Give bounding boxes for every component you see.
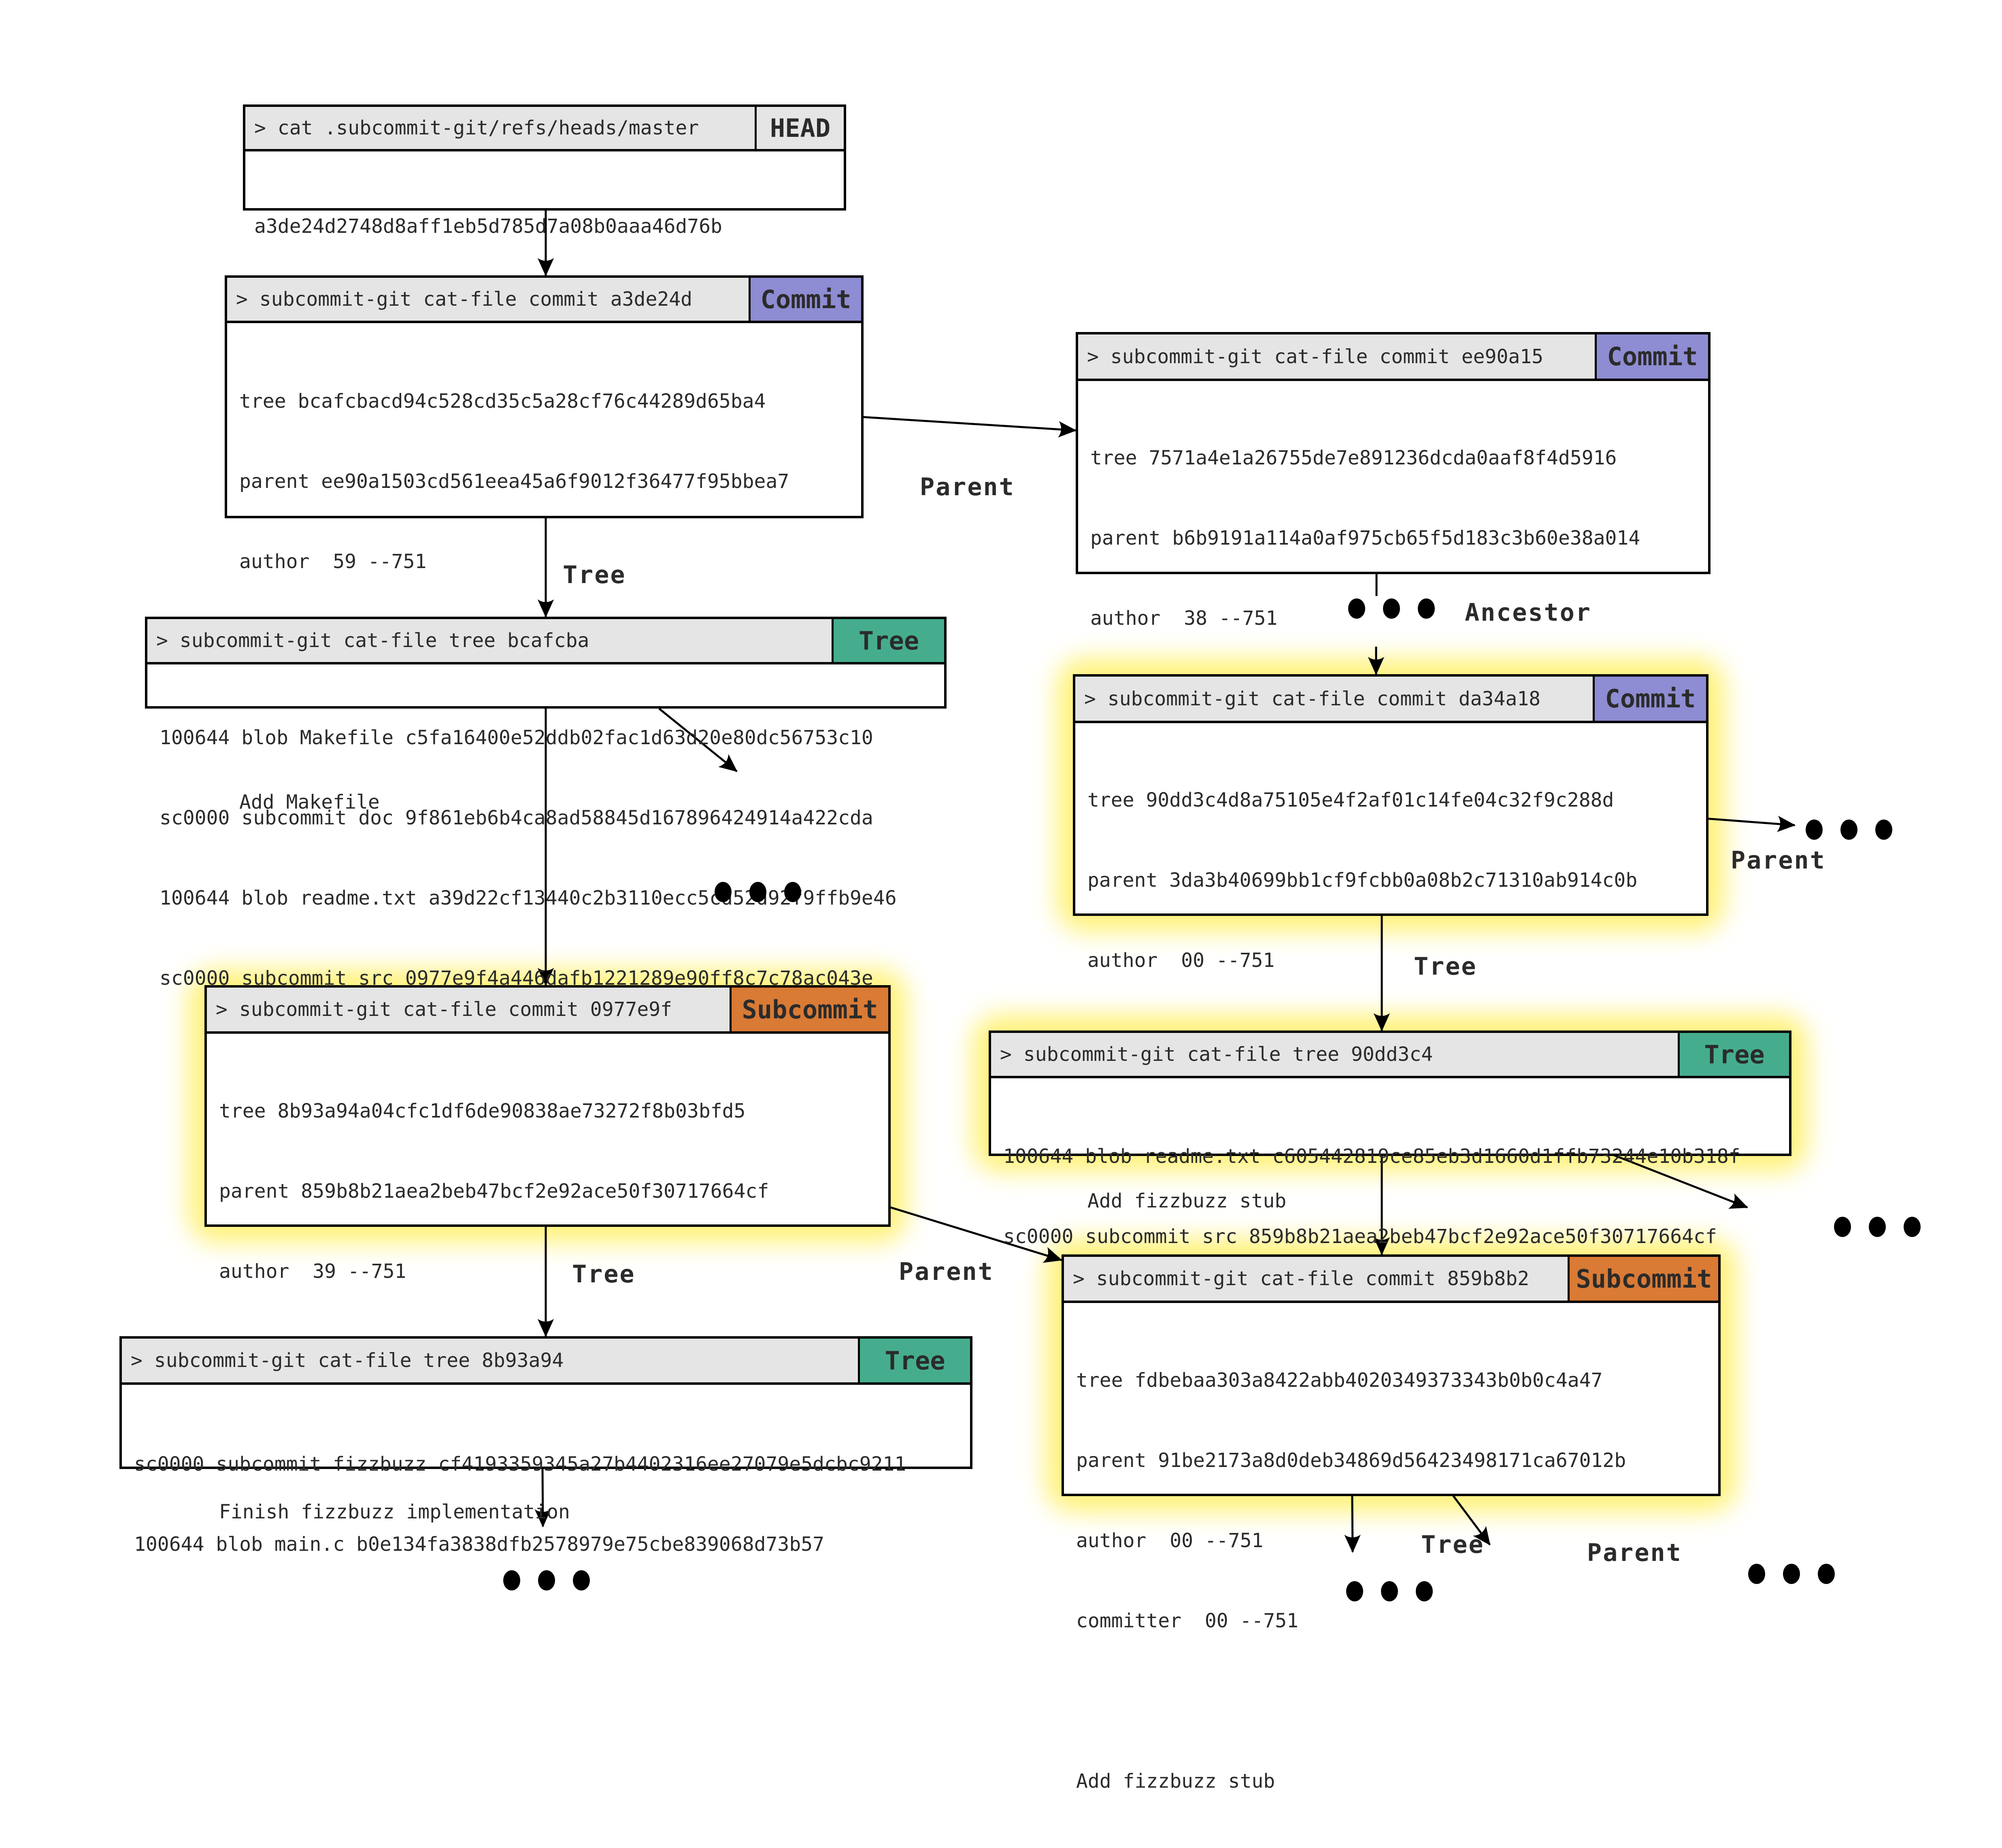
edge-label-parent: Parent <box>899 1258 994 1286</box>
tree-entry: 100644 blob Makefile c5fa16400e52ddb02fa… <box>160 726 873 749</box>
ellipsis-859b8b2-parent <box>1748 1564 1835 1584</box>
commit-tag: Commit <box>1595 334 1708 379</box>
edge-label-parent: Parent <box>1587 1539 1682 1567</box>
commit-line-parent: parent ee90a1503cd561eea45a6f9012f36477f… <box>239 470 789 493</box>
ellipsis-ancestor <box>1348 598 1435 619</box>
commit-da34a18-box: > subcommit-git cat-file commit da34a18 … <box>1073 674 1708 1212</box>
tree-tag: Tree <box>1678 1033 1789 1076</box>
head-ref-command: > cat .subcommit-git/refs/heads/master <box>254 117 699 139</box>
commit-ee90a15-command: > subcommit-git cat-file commit ee90a15 <box>1087 345 1544 368</box>
tree-entry: 100644 blob readme.txt a39d22cf13440c2b3… <box>160 887 897 909</box>
edge-label-parent: Parent <box>1731 846 1826 875</box>
commit-da34a18-header: > subcommit-git cat-file commit da34a18 … <box>1075 677 1706 723</box>
subcommit-tag: Subcommit <box>730 988 888 1031</box>
commit-line-blank <box>1076 1688 1710 1714</box>
edge-label-tree: Tree <box>1414 952 1477 981</box>
commit-line-parent: parent 3da3b40699bb1cf9fcbb0a08b2c71310a… <box>1087 869 1638 892</box>
tree-entry: 100644 blob readme.txt c605442819ce85eb3… <box>1003 1145 1740 1168</box>
tree-90dd3c4-header: > subcommit-git cat-file tree 90dd3c4 Tr… <box>991 1033 1789 1078</box>
tree-tag: Tree <box>858 1339 970 1382</box>
commit-line-parent: parent b6b9191a114a0af975cb65f5d183c3b60… <box>1090 527 1640 549</box>
head-hash: a3de24d2748d8aff1eb5d785d7a08b0aaa46d76b <box>254 215 722 238</box>
subcommit-859b8b2-command: > subcommit-git cat-file commit 859b8b2 <box>1073 1267 1530 1290</box>
tree-bcafcba-box: > subcommit-git cat-file tree bcafcba Tr… <box>145 617 947 990</box>
head-tag: HEAD <box>755 107 844 149</box>
tree-entry: sc0000 subcommit doc 9f861eb6b4ca8ad5884… <box>160 807 873 829</box>
ellipsis-bcafcba-more <box>715 882 801 902</box>
tree-entry: sc0000 subcommit fizzbuzz cf4193359345a2… <box>134 1453 906 1475</box>
tree-entry: 100644 blob main.c b0e134fa3838dfb257897… <box>134 1533 825 1556</box>
commit-a3de24d-box: > subcommit-git cat-file commit a3de24d … <box>225 275 864 813</box>
edge-label-tree: Tree <box>572 1260 636 1288</box>
commit-tag: Commit <box>749 278 861 321</box>
commit-line-parent: parent 91be2173a8d0deb34869d56423498171c… <box>1076 1449 1626 1472</box>
commit-line-message: Add fizzbuzz stub <box>1076 1770 1275 1793</box>
tree-tag: Tree <box>832 619 944 662</box>
commit-a3de24d-command: > subcommit-git cat-file commit a3de24d <box>236 288 693 311</box>
subcommit-0977e9f-box: > subcommit-git cat-file commit 0977e9f … <box>204 985 891 1523</box>
tree-entry: sc0000 subcommit src 859b8b21aea2beb47bc… <box>1003 1225 1717 1248</box>
subcommit-859b8b2-header: > subcommit-git cat-file commit 859b8b2 … <box>1064 1257 1718 1303</box>
ellipsis-90dd3c4-more <box>1834 1217 1921 1237</box>
tree-8b93a94-box: > subcommit-git cat-file tree 8b93a94 Tr… <box>119 1336 972 1556</box>
tree-8b93a94-command: > subcommit-git cat-file tree 8b93a94 <box>131 1349 564 1372</box>
subcommit-tag: Subcommit <box>1568 1257 1718 1301</box>
edge-label-ancestor: Ancestor <box>1465 598 1591 627</box>
head-ref-header: > cat .subcommit-git/refs/heads/master H… <box>245 107 844 151</box>
subcommit-0977e9f-header: > subcommit-git cat-file commit 0977e9f … <box>207 988 888 1034</box>
edge-label-tree: Tree <box>563 561 626 589</box>
commit-line-committer: committer 00 --751 <box>1076 1610 1299 1632</box>
commit-line-author: author 00 --751 <box>1087 949 1275 972</box>
head-ref-box: > cat .subcommit-git/refs/heads/master H… <box>243 104 846 238</box>
edge-a3de24d-parent <box>863 416 1077 438</box>
edge-label-parent: Parent <box>920 473 1015 501</box>
tree-bcafcba-command: > subcommit-git cat-file tree bcafcba <box>156 629 589 652</box>
commit-line-tree: tree 8b93a94a04cfc1df6de90838ae73272f8b0… <box>219 1100 746 1122</box>
commit-ee90a15-box: > subcommit-git cat-file commit ee90a15 … <box>1076 332 1711 870</box>
subcommit-0977e9f-command: > subcommit-git cat-file commit 0977e9f <box>216 998 672 1021</box>
tree-90dd3c4-command: > subcommit-git cat-file tree 90dd3c4 <box>1000 1043 1433 1066</box>
tree-90dd3c4-box: > subcommit-git cat-file tree 90dd3c4 Tr… <box>989 1030 1791 1248</box>
head-ref-body: a3de24d2748d8aff1eb5d785d7a08b0aaa46d76b <box>254 160 836 293</box>
commit-line-parent: parent 859b8b21aea2beb47bcf2e92ace50f307… <box>219 1180 769 1203</box>
ellipsis-859b8b2-tree <box>1346 1581 1433 1601</box>
commit-line-tree: tree fdbebaa303a8422abb4020349373343b0b0… <box>1076 1369 1603 1392</box>
edge-label-tree: Tree <box>1421 1531 1485 1559</box>
commit-line-author: author 39 --751 <box>219 1260 406 1283</box>
ellipsis-8b93a94-more <box>503 1570 590 1590</box>
subcommit-859b8b2-box: > subcommit-git cat-file commit 859b8b2 … <box>1062 1254 1721 1793</box>
commit-line-tree: tree bcafcbacd94c528cd35c5a28cf76c44289d… <box>239 390 766 413</box>
ellipsis-da34a18-parent <box>1806 820 1892 840</box>
tree-8b93a94-header: > subcommit-git cat-file tree 8b93a94 Tr… <box>122 1339 970 1385</box>
edge-da34a18-parent <box>1708 815 1796 832</box>
subcommit-859b8b2-body: tree fdbebaa303a8422abb4020349373343b0b0… <box>1076 1314 1710 1848</box>
commit-line-author: author 59 --751 <box>239 550 427 573</box>
commit-tag: Commit <box>1593 677 1706 721</box>
commit-line-tree: tree 90dd3c4d8a75105e4f2af01c14fe04c32f9… <box>1087 789 1614 811</box>
commit-a3de24d-header: > subcommit-git cat-file commit a3de24d … <box>227 278 861 323</box>
commit-line-tree: tree 7571a4e1a26755de7e891236dcda0aaf8f4… <box>1090 447 1617 469</box>
commit-da34a18-command: > subcommit-git cat-file commit da34a18 <box>1084 687 1541 710</box>
tree-bcafcba-header: > subcommit-git cat-file tree bcafcba Tr… <box>147 619 944 664</box>
commit-ee90a15-header: > subcommit-git cat-file commit ee90a15 … <box>1078 334 1708 381</box>
